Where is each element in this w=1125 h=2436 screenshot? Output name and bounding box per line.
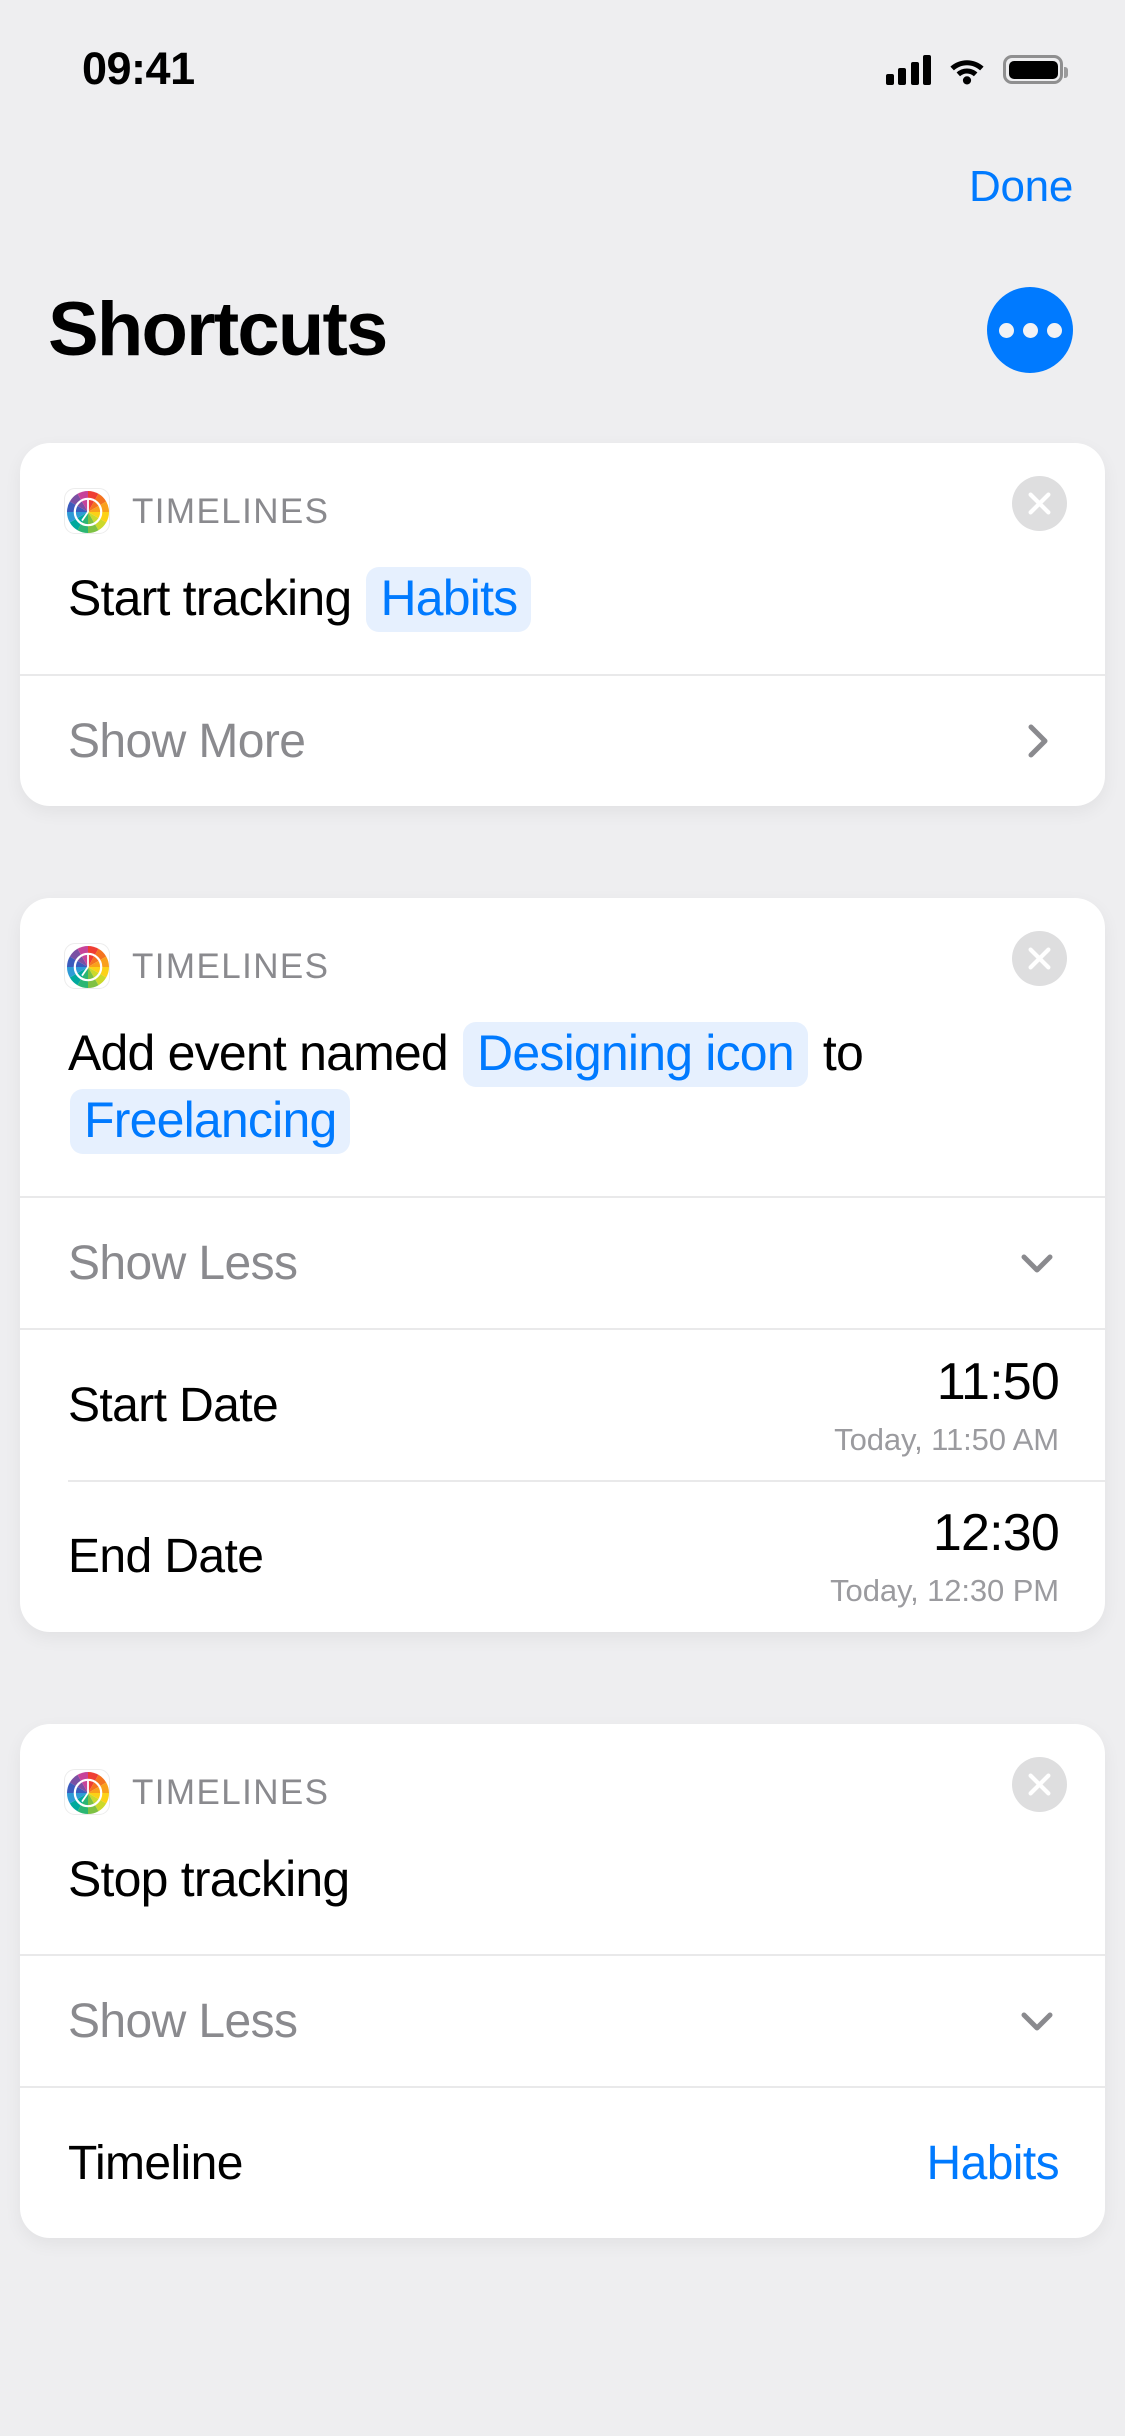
page-title: Shortcuts [48, 287, 388, 372]
close-x-glyph [1028, 492, 1051, 515]
statement-text: Stop tracking [68, 1851, 350, 1907]
parameter-value: 11:50 [936, 1352, 1060, 1411]
action-parameter-list: Timeline Habits [20, 2086, 1105, 2238]
large-title-bar: Shortcuts [0, 270, 1125, 390]
parameter-row[interactable]: Timeline Habits [20, 2086, 1105, 2238]
shortcut-action-card-2: TIMELINES Add event named Designing icon… [20, 898, 1105, 1632]
action-statement-1[interactable]: Start tracking Habits [20, 539, 1105, 674]
close-circle-icon[interactable] [1012, 476, 1067, 531]
parameter-row[interactable]: End Date 12:30 Today, 12:30 PM [20, 1480, 1105, 1632]
statement-text: Add event named [68, 1025, 462, 1081]
close-x-glyph [1028, 1773, 1051, 1796]
status-bar: 09:41 [0, 0, 1125, 125]
card-header: TIMELINES [20, 1724, 1105, 1820]
close-circle-icon[interactable] [1012, 1757, 1067, 1812]
phone-screen: 09:41 Done Shortcuts TIMELINES Start tra… [0, 0, 1125, 2436]
parameter-label: Start Date [68, 1378, 279, 1432]
wifi-icon [950, 59, 984, 84]
parameter-label: Timeline [68, 2136, 243, 2190]
parameter-row[interactable]: Start Date 11:50 Today, 11:50 AM [20, 1328, 1105, 1480]
parameter-token[interactable]: Freelancing [70, 1089, 351, 1154]
parameter-value-group: 11:50 Today, 11:50 AM [834, 1352, 1060, 1457]
disclosure-toggle-3[interactable]: Show Less [20, 1954, 1105, 2086]
status-bar-indicators [885, 41, 1068, 85]
ellipsis-icon-dot-2 [1022, 322, 1038, 338]
statement-text: Start tracking [68, 570, 365, 626]
card-app-name: TIMELINES [132, 491, 330, 531]
chevron-right-icon [1028, 724, 1048, 758]
card-app-name: TIMELINES [132, 946, 330, 986]
action-statement-3[interactable]: Stop tracking [20, 1820, 1105, 1954]
parameter-value: 12:30 [932, 1503, 1060, 1562]
parameter-token[interactable]: Habits [366, 567, 532, 632]
disclosure-toggle-1[interactable]: Show More [20, 674, 1105, 806]
shortcut-action-card-3: TIMELINES Stop tracking Show Less Timeli… [20, 1724, 1105, 2238]
parameter-value-subtitle: Today, 11:50 AM [834, 1421, 1059, 1457]
disclosure-label: Show More [68, 714, 306, 768]
ellipsis-icon-dot-1 [998, 322, 1014, 338]
status-bar-time: 09:41 [82, 43, 195, 94]
cellular-signal-icon [885, 54, 931, 85]
statement-text: to [809, 1025, 877, 1081]
disclosure-toggle-2[interactable]: Show Less [20, 1196, 1105, 1328]
parameter-value-subtitle: Today, 12:30 PM [830, 1572, 1059, 1608]
parameter-value-group: 12:30 Today, 12:30 PM [830, 1503, 1060, 1608]
shortcut-action-list: TIMELINES Start tracking Habits Show Mor… [0, 443, 1125, 2238]
disclosure-label: Show Less [68, 1236, 298, 1290]
battery-full-icon [1003, 55, 1068, 84]
disclosure-label: Show Less [68, 1994, 298, 2048]
close-x-glyph [1028, 947, 1051, 970]
ellipsis-icon-dot-3 [1046, 322, 1062, 338]
card-app-name: TIMELINES [132, 1772, 330, 1812]
parameter-token[interactable]: Designing icon [463, 1022, 808, 1087]
action-parameter-list: Start Date 11:50 Today, 11:50 AM End Date 12… [20, 1328, 1105, 1632]
nav-bar-actions: Done [969, 152, 1073, 222]
chevron-down-icon [1021, 2012, 1053, 2031]
more-options-button[interactable] [987, 287, 1073, 373]
chevron-down-icon [1021, 1254, 1053, 1273]
timelines-color-wheel-icon [64, 488, 110, 534]
done-button[interactable]: Done [969, 162, 1073, 212]
shortcut-action-card-1: TIMELINES Start tracking Habits Show Mor… [20, 443, 1105, 806]
close-circle-icon[interactable] [1012, 931, 1067, 986]
parameter-label: End Date [68, 1529, 264, 1583]
timelines-color-wheel-icon [64, 943, 110, 989]
action-statement-2[interactable]: Add event named Designing icon to Freela… [20, 994, 1105, 1196]
card-header: TIMELINES [20, 898, 1105, 994]
parameter-value-link[interactable]: Habits [927, 2136, 1060, 2191]
card-header: TIMELINES [20, 443, 1105, 539]
timelines-color-wheel-icon [64, 1769, 110, 1815]
